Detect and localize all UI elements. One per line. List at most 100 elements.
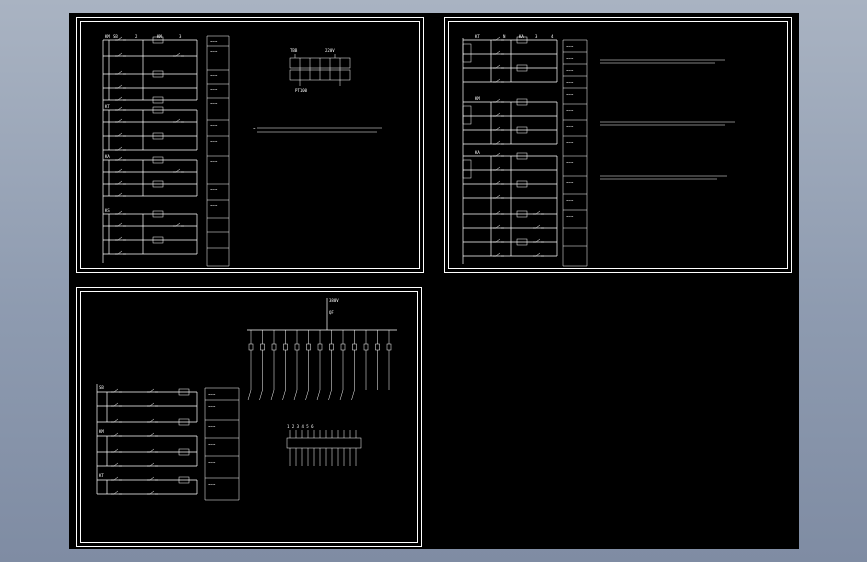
wire [117,132,123,137]
description-text: ~~~ [210,39,218,44]
terminal-label: TBB [290,48,298,53]
wire [149,418,155,423]
wire [113,490,119,495]
rung-label: KM [105,34,110,39]
rung-label: SB [99,385,104,390]
description-text: ~~~ [210,49,218,54]
breaker-symbol [329,343,334,351]
wire [113,448,119,453]
description-text: ~~~ [566,140,574,145]
wire [495,50,501,55]
breaker-symbol [294,343,300,351]
sheet-3-schematic: SB KM KT ~~~ ~~~ ~~~ ~~~ ~~~ ~~~ 380V QF 1 2 3 4 5 … [96,298,397,501]
drawing-sheet-3[interactable]: SB KM KT ~~~ ~~~ ~~~ ~~~ ~~~ ~~~ 380V QF 1 2 3 4 5 … [76,287,422,547]
wire [117,146,123,151]
breaker-symbol [271,343,277,351]
rung-label: KM [99,429,104,434]
wire [117,168,123,173]
wire [117,192,123,197]
wire [117,96,123,101]
description-text: ~ [253,126,256,131]
description-text: ~~~ [210,73,218,78]
wire [149,462,155,467]
wire [117,106,123,111]
description-text: ~~~ [210,101,218,106]
wire [117,70,123,75]
description-text: ~~~ [566,56,574,61]
wire [328,389,332,401]
description-text: ~~~ [566,92,574,97]
wire [117,210,123,215]
wire [117,84,123,89]
description-text: ~~~ [208,460,216,465]
wire [149,388,155,393]
wire [293,389,298,401]
wire [282,389,286,401]
rung-label: KT [99,473,104,478]
wire [113,418,119,423]
wire [117,180,123,185]
breaker-symbol [260,343,265,351]
description-text: ~~~ [566,180,574,185]
wire [495,210,501,215]
wire [149,432,155,437]
description-text: ~~~ [210,123,218,128]
wire [149,448,155,453]
description-text: ~~~ [566,80,574,85]
terminal-label: PT100 [295,88,308,93]
description-text: ~~~ [210,203,218,208]
switch-box [462,159,472,179]
wire [535,252,541,257]
breaker-symbol [317,343,323,351]
wire [117,52,123,57]
rung-label: KT [105,104,110,109]
bus-label: QF [329,310,334,315]
description-text: ~~~ [566,214,574,219]
description-text: ~~~ [566,198,574,203]
wire [305,389,309,401]
wire [495,166,501,171]
wire [495,140,501,145]
description-text: ~~~ [208,404,216,409]
rung-label: KA [105,154,110,159]
wire [316,389,321,401]
drawing-canvas: KM KT KA KS SB 2 KM 3 ~~~ ~~~ ~~~ ~~~ ~~~ ~~~ ~~~ ~~~ ~~… [69,13,799,549]
description-text: ~~~ [210,187,218,192]
wire [175,52,181,57]
description-text: ~~~ [566,108,574,113]
wire [495,64,501,69]
wire [149,476,155,481]
wire [113,402,119,407]
bus-label: 380V [329,298,339,303]
wire [495,180,501,185]
wire [495,126,501,131]
wire [339,389,344,401]
switch-box [462,43,472,63]
wire [175,118,181,123]
wire [117,222,123,227]
wire [117,236,123,241]
sheet-1-schematic: KMKTKAKSSB 2 KM 3~~~~~~~~~~~~~~~~~~~~~~~~~~… [102,34,382,267]
wire [495,194,501,199]
wire-label: SB [113,34,118,39]
wire [117,36,123,41]
wire [113,476,119,481]
wire [351,389,355,401]
terminal-label: 220V [325,48,335,53]
rung-label: KA [475,150,480,155]
sheet-2-schematic: KT KM KA N KA 3 4 ~~~ ~~~ ~~~ ~~~ ~~~ ~~~ ~~~ ~~~ ~~~ ~~… [462,34,735,267]
rung-label: KS [105,208,110,213]
wire [495,252,501,257]
breaker-symbol [283,343,288,351]
rung-label: KT [475,34,480,39]
drawing-sheet-1[interactable]: KM KT KA KS SB 2 KM 3 ~~~ ~~~ ~~~ ~~~ ~~~ ~~~ ~~~ ~~~ ~~… [76,17,424,273]
description-text: ~~~ [208,482,216,487]
description-text: ~~~ [208,392,216,397]
wire [117,250,123,255]
drawing-sheet-2[interactable]: KT KM KA N KA 3 4 ~~~ ~~~ ~~~ ~~~ ~~~ ~~~ ~~~ ~~~ ~~~ ~~… [444,17,792,273]
wire [495,152,501,157]
wire [535,224,541,229]
description-text: ~~~ [210,159,218,164]
description-text: ~~~ [566,160,574,165]
wire-label: 4 [551,34,554,39]
